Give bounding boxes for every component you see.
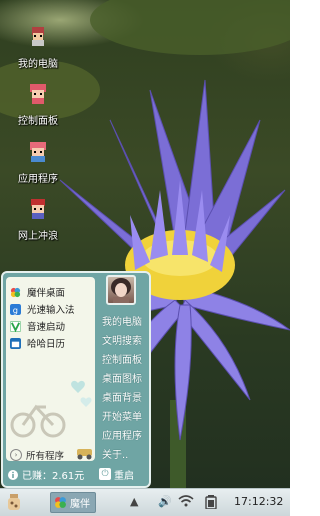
menu-item-about[interactable]: 关于.. [102,446,128,461]
flower-icon [55,497,66,508]
app-item-label: 哈哈日历 [27,339,66,350]
svg-text:g: g [13,305,18,315]
menu-item-control-panel[interactable]: 控制面板 [102,351,142,366]
flower-icon [10,287,21,297]
restart-button[interactable]: ⏻ 重启 [99,467,143,482]
arrow-right-icon: › [10,449,22,461]
desktop-icon-my-computer[interactable]: 我的电脑 [3,25,73,70]
pixel-character-surf-icon [31,199,45,219]
start-menu-footer: 已赚：2.61元 ⏻ 重启 [3,463,149,486]
calendar-icon [10,337,21,349]
earnings-display[interactable]: 已赚：2.61元 [8,467,84,482]
avatar-photo-icon [111,278,131,303]
tray-expand-icon[interactable]: ▲ [130,495,138,508]
desktop-icon-label: 应用程序 [18,174,58,185]
v-logo-icon [10,320,21,332]
taskbar-clock: 17:12:32 [234,495,284,508]
app-item-input-method[interactable]: g 光速输入法 [10,302,75,316]
pixel-character-control-panel-icon [30,84,46,104]
keyboard-g-icon: g [10,303,21,315]
power-icon: ⏻ [99,468,111,480]
start-menu: 魔伴桌面 g 光速输入法 音速启动 哈哈日历 › 所有程序 我的电脑 文明搜索 … [1,271,151,488]
app-item-label: 光速输入法 [27,305,75,316]
app-item-quick-launch[interactable]: 音速启动 [10,319,65,333]
all-programs-button[interactable]: › 所有程序 [10,448,64,461]
wifi-icon[interactable] [178,494,194,508]
app-item-calendar[interactable]: 哈哈日历 [10,336,65,350]
battery-icon[interactable] [205,495,217,509]
pixel-character-computer-icon [32,27,44,46]
app-item-label: 音速启动 [27,322,66,333]
desktop-icon-control-panel[interactable]: 控制面板 [3,82,73,127]
earnings-label: 已赚：2.61元 [22,471,85,482]
restart-label: 重启 [114,470,134,482]
menu-item-search[interactable]: 文明搜索 [102,332,142,347]
desktop-icon-label: 网上冲浪 [18,231,58,242]
app-item-label: 魔伴桌面 [27,288,66,299]
all-programs-label: 所有程序 [26,451,65,461]
pixel-character-apps-icon [30,142,46,162]
menu-item-start-menu[interactable]: 开始菜单 [102,408,142,423]
desktop-icon-surf[interactable]: 网上冲浪 [3,197,73,242]
menu-item-my-computer[interactable]: 我的电脑 [102,313,142,328]
desktop-icon-label: 控制面板 [18,116,58,127]
menu-item-applications[interactable]: 应用程序 [102,427,142,442]
start-menu-system-list: 我的电脑 文明搜索 控制面板 桌面图标 桌面背景 开始菜单 应用程序 关于.. [99,273,151,463]
bicycle-decoration-icon [10,380,92,438]
desktop-icon-apps[interactable]: 应用程序 [3,140,73,185]
taskbar: 魔伴 ▲ 🔊 17:12:32 [0,488,290,516]
start-menu-app-list: 魔伴桌面 g 光速输入法 音速启动 哈哈日历 › 所有程序 [6,277,95,461]
start-button-bottle-icon[interactable] [4,492,24,512]
info-icon [8,469,18,480]
menu-item-desktop-icons[interactable]: 桌面图标 [102,370,142,385]
menu-item-desktop-background[interactable]: 桌面背景 [102,389,142,404]
desktop-icon-label: 我的电脑 [18,59,58,70]
app-item-moban-desktop[interactable]: 魔伴桌面 [10,285,65,299]
task-tab-moban[interactable]: 魔伴 [50,492,96,513]
task-tab-label: 魔伴 [70,499,90,510]
user-avatar[interactable] [106,275,136,305]
toy-car-icon [77,449,92,460]
volume-icon[interactable]: 🔊 [158,495,172,508]
